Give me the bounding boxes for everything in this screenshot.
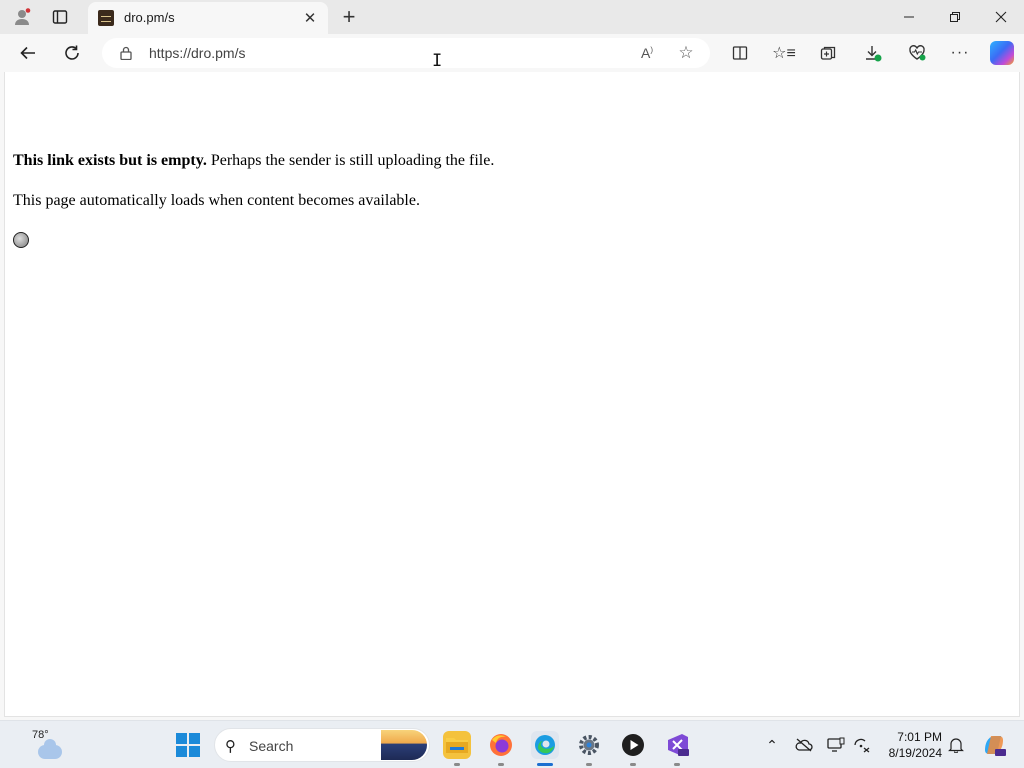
file-explorer-button[interactable]: [443, 731, 471, 759]
favorites-icon: ☆≡: [772, 45, 796, 62]
network-icon: [854, 738, 870, 753]
play-icon: [622, 734, 644, 756]
close-icon: ✕: [303, 10, 317, 27]
copilot-button[interactable]: [990, 41, 1014, 65]
visual-studio-button[interactable]: [663, 731, 691, 759]
minimize-button[interactable]: [886, 0, 932, 34]
back-button[interactable]: [13, 38, 43, 68]
lock-icon[interactable]: [120, 46, 132, 60]
heart-pulse-icon: [909, 45, 926, 61]
restore-icon: [950, 12, 960, 22]
cloud-offline-icon: [795, 738, 813, 752]
chevron-up-icon: ⌃: [766, 736, 778, 753]
edge-icon: [535, 735, 555, 755]
tab-close-button[interactable]: ✕: [300, 8, 320, 28]
monitor-icon: [827, 737, 845, 752]
folder-icon: [446, 738, 468, 753]
close-icon: [995, 11, 1007, 23]
text-cursor-icon: I: [432, 51, 443, 71]
page-content: This link exists but is empty. Perhaps t…: [4, 72, 1020, 717]
copilot-taskbar-button[interactable]: [980, 731, 1008, 759]
browser-essentials-button[interactable]: [906, 42, 928, 64]
firefox-button[interactable]: [487, 731, 515, 759]
display-button[interactable]: [826, 735, 846, 755]
empty-link-heading: This link exists but is empty.: [13, 152, 207, 169]
tab-active[interactable]: dro.pm/s ✕: [88, 2, 328, 34]
read-aloud-icon: A): [640, 45, 653, 61]
visual-studio-indicator: [674, 763, 680, 766]
window-close-button[interactable]: [978, 0, 1024, 34]
tab-title: dro.pm/s: [124, 10, 175, 25]
taskbar-clock[interactable]: 7:01 PM 8/19/2024: [880, 729, 942, 761]
minimize-icon: [904, 16, 914, 18]
new-tab-button[interactable]: +: [336, 4, 362, 30]
url-text[interactable]: https://dro.pm/s: [149, 45, 245, 61]
more-icon: ···: [950, 44, 970, 61]
tab-actions-button[interactable]: [46, 4, 74, 30]
site-favicon-icon: [98, 10, 114, 26]
downloads-button[interactable]: [862, 42, 884, 64]
plus-icon: +: [342, 4, 356, 29]
loading-spinner-icon: [13, 232, 29, 248]
refresh-icon: [65, 45, 79, 60]
browser-window: dro.pm/s ✕ + https://dro.pm/s A) ☆ ☆≡ ··…: [0, 0, 1024, 720]
browser-toolbar: https://dro.pm/s A) ☆ ☆≡ ···: [0, 34, 1024, 72]
copilot-icon: [985, 736, 1006, 756]
media-player-indicator: [630, 763, 636, 766]
notifications-button[interactable]: [946, 735, 966, 755]
windows-logo-icon: [176, 733, 187, 744]
star-icon: ☆: [678, 43, 694, 62]
settings-indicator: [586, 763, 592, 766]
cloud-icon: [38, 739, 62, 759]
back-arrow-icon: [20, 46, 35, 60]
download-icon: [866, 46, 882, 62]
onedrive-button[interactable]: [794, 735, 814, 755]
auto-load-message: This page automatically loads when conte…: [13, 192, 420, 209]
gear-icon: [579, 735, 599, 755]
profile-button[interactable]: [8, 4, 36, 30]
restore-button[interactable]: [932, 0, 978, 34]
settings-and-more-button[interactable]: ···: [949, 42, 971, 64]
start-button[interactable]: [176, 733, 200, 757]
collections-icon: [820, 46, 836, 60]
edge-active-indicator: [537, 763, 553, 766]
firefox-indicator: [498, 763, 504, 766]
favorites-button[interactable]: ☆≡: [772, 42, 796, 64]
firefox-icon: [490, 734, 512, 756]
media-player-button[interactable]: [619, 731, 647, 759]
clock-date: 8/19/2024: [888, 746, 942, 760]
network-button[interactable]: [852, 735, 872, 755]
favorite-button[interactable]: ☆: [675, 43, 697, 63]
show-hidden-icons-button[interactable]: ⌃: [762, 735, 782, 755]
settings-button[interactable]: [575, 731, 603, 759]
search-highlight-image: [381, 730, 427, 760]
clock-time: 7:01 PM: [897, 730, 942, 744]
bell-icon: [948, 738, 964, 753]
refresh-button[interactable]: [57, 38, 87, 68]
edge-button[interactable]: [531, 731, 559, 759]
taskbar: 78° ⚲ Search ⌃ 7:01 PM 8/19/2024: [0, 720, 1024, 768]
profile-icon: [15, 8, 31, 25]
tab-actions-icon: [52, 10, 68, 24]
visual-studio-icon: [668, 734, 689, 756]
address-bar[interactable]: https://dro.pm/s A) ☆: [102, 38, 710, 68]
search-label: Search: [249, 738, 294, 754]
file-explorer-indicator: [454, 763, 460, 766]
collections-button[interactable]: [817, 42, 839, 64]
empty-link-message: This link exists but is empty. Perhaps t…: [13, 152, 494, 170]
read-aloud-button[interactable]: A): [636, 43, 658, 63]
split-screen-button[interactable]: [729, 42, 751, 64]
tab-bar: dro.pm/s ✕ +: [0, 0, 1024, 34]
split-screen-icon: [732, 46, 748, 60]
search-icon: ⚲: [225, 738, 236, 755]
empty-link-detail: Perhaps the sender is still uploading th…: [206, 152, 495, 169]
taskbar-search[interactable]: ⚲ Search: [214, 728, 430, 762]
weather-temperature: 78°: [32, 729, 49, 741]
